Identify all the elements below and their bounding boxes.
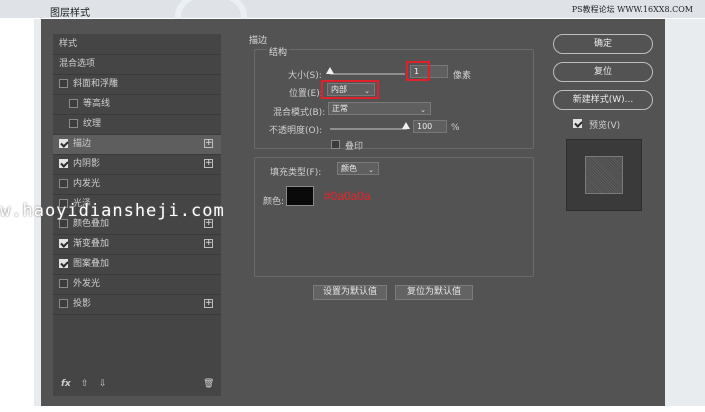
style-item[interactable]: 描边 +	[53, 135, 221, 155]
style-item[interactable]: 纹理	[53, 115, 221, 135]
new-style-button[interactable]: 新建样式(W)...	[553, 90, 653, 110]
position-highlight	[321, 80, 379, 99]
window-edge-bottom	[0, 406, 705, 412]
move-up-icon[interactable]: ⇧	[81, 379, 89, 389]
style-item[interactable]: 图案叠加	[53, 255, 221, 275]
stroke-color-swatch[interactable]	[286, 186, 314, 206]
style-checkbox[interactable]	[69, 119, 78, 128]
style-item-label: 内发光	[73, 179, 101, 189]
opacity-unit: %	[451, 123, 460, 133]
style-checkbox[interactable]	[59, 279, 68, 288]
position-label: 位置(E):	[289, 89, 323, 99]
style-item-label: 斜面和浮雕	[73, 79, 119, 89]
ok-button[interactable]: 确定	[553, 34, 653, 54]
chevron-down-icon: ⌄	[368, 166, 374, 174]
overprint-checkbox[interactable]	[331, 140, 340, 149]
size-highlight	[406, 61, 430, 81]
style-item-label: 等高线	[83, 99, 111, 109]
fx-button[interactable]: fx	[61, 379, 71, 389]
blend-mode-label: 混合模式(B):	[273, 108, 326, 118]
move-down-icon[interactable]: ⇩	[99, 379, 107, 389]
style-checkbox[interactable]	[59, 159, 68, 168]
style-item-label: 渐变叠加	[73, 239, 110, 249]
overprint-label: 叠印	[345, 142, 364, 152]
opacity-slider-thumb[interactable]	[402, 122, 410, 129]
add-effect-icon[interactable]: +	[204, 139, 213, 148]
style-preview	[566, 139, 642, 211]
style-item-label: 外发光	[73, 279, 101, 289]
style-checkbox[interactable]	[69, 99, 78, 108]
style-item[interactable]: 渐变叠加 +	[53, 235, 221, 255]
preview-checkbox[interactable]	[573, 119, 583, 128]
size-unit: 像素	[453, 71, 472, 81]
window-title: 图层样式	[50, 8, 90, 19]
style-checkbox[interactable]	[59, 299, 68, 308]
fill-type-value: 颜色	[341, 164, 357, 173]
style-item[interactable]: 外发光	[53, 275, 221, 295]
reset-button[interactable]: 复位	[553, 62, 653, 82]
style-checkbox[interactable]	[59, 179, 68, 188]
preview-swatch	[585, 156, 623, 194]
add-effect-icon[interactable]: +	[204, 159, 213, 168]
style-item-label: 描边	[73, 139, 92, 149]
style-checkbox[interactable]	[59, 259, 68, 268]
site-watermark-overlay: w.haoyidiansheji.com	[0, 201, 225, 221]
style-item[interactable]: 样式	[53, 35, 221, 55]
blend-mode-select[interactable]: 正常 ⌄	[328, 102, 431, 115]
style-item[interactable]: 投影 +	[53, 295, 221, 315]
size-slider[interactable]	[330, 73, 405, 75]
fill-type-select[interactable]: 颜色 ⌄	[337, 162, 379, 175]
style-item-label: 纹理	[83, 119, 102, 129]
reset-default-button[interactable]: 复位为默认值	[395, 285, 473, 300]
chevron-down-icon: ⌄	[420, 106, 426, 114]
style-item-label: 内阴影	[73, 159, 101, 169]
size-slider-thumb[interactable]	[326, 67, 334, 74]
site-watermark: PS教程论坛 WWW.16XX8.COM	[571, 5, 693, 14]
add-effect-icon[interactable]: +	[204, 299, 213, 308]
style-item[interactable]: 内发光	[53, 175, 221, 195]
style-item[interactable]: 等高线	[53, 95, 221, 115]
style-list-footer: fx ⇧ ⇩ 🗑	[53, 376, 221, 396]
window-edge-right	[665, 19, 705, 411]
style-item[interactable]: 内阴影 +	[53, 155, 221, 175]
opacity-label: 不透明度(O):	[269, 126, 323, 136]
style-checkbox[interactable]	[59, 79, 68, 88]
color-hex-annotation: #0a0a0a	[324, 189, 371, 203]
style-item-label: 混合选项	[59, 59, 96, 69]
color-label: 颜色:	[263, 197, 285, 207]
stroke-section-title: 描边	[249, 36, 268, 46]
opacity-slider[interactable]	[330, 128, 407, 130]
set-default-button[interactable]: 设置为默认值	[313, 285, 387, 300]
trash-icon[interactable]: 🗑	[203, 379, 214, 389]
fill-type-label: 填充类型(F):	[270, 168, 322, 178]
style-checkbox[interactable]	[59, 139, 68, 148]
style-item-label: 图案叠加	[73, 259, 110, 269]
style-item-label: 投影	[73, 299, 92, 309]
add-effect-icon[interactable]: +	[204, 239, 213, 248]
style-item[interactable]: 斜面和浮雕	[53, 75, 221, 95]
size-label: 大小(S):	[288, 71, 322, 81]
style-item-label: 样式	[59, 39, 78, 49]
blend-mode-value: 正常	[332, 104, 348, 113]
preview-label: 预览(V)	[589, 121, 621, 131]
checkmark-icon	[574, 119, 583, 128]
style-checkbox[interactable]	[59, 239, 68, 248]
window-titlebar: 图层样式 PS教程论坛 WWW.16XX8.COM	[0, 0, 705, 42]
style-item[interactable]: 混合选项	[53, 55, 221, 75]
structure-label: 结构	[267, 45, 290, 58]
opacity-input[interactable]: 100	[413, 120, 447, 133]
